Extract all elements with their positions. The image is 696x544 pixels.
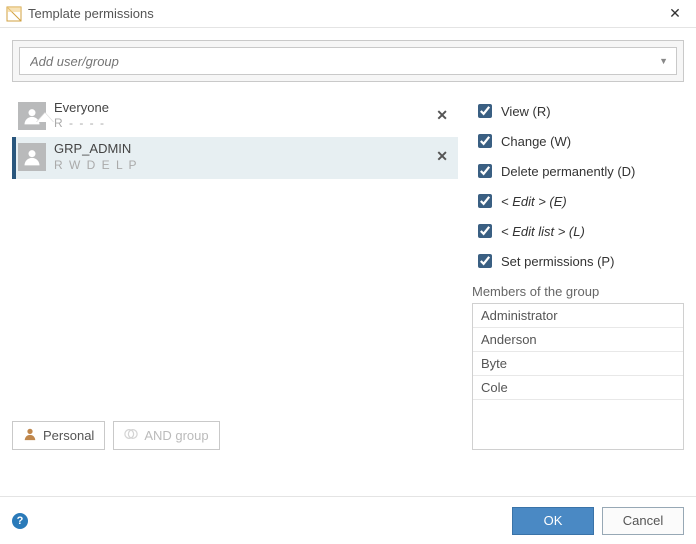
permission-row[interactable]: Change (W) <box>472 126 684 156</box>
and-group-button[interactable]: AND group <box>113 421 219 450</box>
dialog-footer: ? OK Cancel <box>0 496 696 544</box>
permission-label: < Edit list > (L) <box>501 224 585 239</box>
permission-row[interactable]: < Edit list > (L) <box>472 216 684 246</box>
ok-button[interactable]: OK <box>512 507 594 535</box>
dropdown-caret-icon[interactable]: ▼ <box>659 56 668 66</box>
members-title: Members of the group <box>472 284 684 299</box>
permission-label: Change (W) <box>501 134 571 149</box>
permission-label: View (R) <box>501 104 551 119</box>
and-group-label: AND group <box>144 428 208 443</box>
add-user-group-input[interactable]: ▼ <box>19 47 677 75</box>
permission-panel: View (R) Change (W) Delete permanently (D)… <box>472 96 684 450</box>
personal-button[interactable]: Personal <box>12 421 105 450</box>
member-row[interactable]: Administrator <box>473 304 683 328</box>
acl-item-name: GRP_ADMIN <box>54 141 424 157</box>
acl-item[interactable]: EveryoneR - - - - ✕ <box>12 96 458 137</box>
titlebar: Template permissions ✕ <box>0 0 696 28</box>
cancel-button[interactable]: Cancel <box>602 507 684 535</box>
ok-label: OK <box>544 513 563 528</box>
member-row[interactable]: Cole <box>473 376 683 400</box>
group-avatar-icon <box>18 143 46 171</box>
and-group-icon <box>124 427 138 444</box>
acl-item[interactable]: GRP_ADMINR W D E L P ✕ <box>12 137 458 178</box>
members-box: AdministratorAndersonByteCole <box>472 303 684 450</box>
add-user-group-field[interactable] <box>28 53 659 70</box>
remove-acl-icon[interactable]: ✕ <box>432 107 452 124</box>
member-row[interactable]: Anderson <box>473 328 683 352</box>
remove-acl-icon[interactable]: ✕ <box>432 148 452 165</box>
permission-checkbox[interactable] <box>478 194 492 208</box>
content: ▼ EveryoneR - - - -✕GRP_ADMINR W D E L P… <box>0 28 696 466</box>
window-title: Template permissions <box>28 6 660 21</box>
close-icon[interactable]: ✕ <box>660 5 690 22</box>
permission-checkbox[interactable] <box>478 134 492 148</box>
acl-item-name: Everyone <box>54 100 424 116</box>
permission-row[interactable]: < Edit > (E) <box>472 186 684 216</box>
acl-item-text: GRP_ADMINR W D E L P <box>54 141 424 172</box>
permission-row[interactable]: Delete permanently (D) <box>472 156 684 186</box>
cancel-label: Cancel <box>623 513 663 528</box>
permission-list: View (R) Change (W) Delete permanently (D)… <box>472 96 684 276</box>
acl-item-text: EveryoneR - - - - <box>54 100 424 131</box>
permission-checkbox[interactable] <box>478 164 492 178</box>
permission-checkbox[interactable] <box>478 224 492 238</box>
acl-item-perm: R W D E L P <box>54 158 424 173</box>
permission-label: Delete permanently (D) <box>501 164 635 179</box>
user-icon <box>23 427 37 444</box>
permission-label: < Edit > (E) <box>501 194 567 209</box>
permission-checkbox[interactable] <box>478 254 492 268</box>
permission-row[interactable]: Set permissions (P) <box>472 246 684 276</box>
permission-row[interactable]: View (R) <box>472 96 684 126</box>
member-row[interactable]: Byte <box>473 352 683 376</box>
acl-panel: EveryoneR - - - -✕GRP_ADMINR W D E L P✕ … <box>12 96 458 450</box>
search-area: ▼ <box>12 40 684 82</box>
personal-label: Personal <box>43 428 94 443</box>
permission-label: Set permissions (P) <box>501 254 614 269</box>
acl-list: EveryoneR - - - - ✕ GRP_ADMINR W D E L P ✕ <box>12 96 458 413</box>
help-icon[interactable]: ? <box>12 513 28 529</box>
acl-item-perm: R - - - - <box>54 116 424 131</box>
app-icon <box>6 6 22 22</box>
speech-pointer-icon <box>36 112 54 122</box>
permission-checkbox[interactable] <box>478 104 492 118</box>
